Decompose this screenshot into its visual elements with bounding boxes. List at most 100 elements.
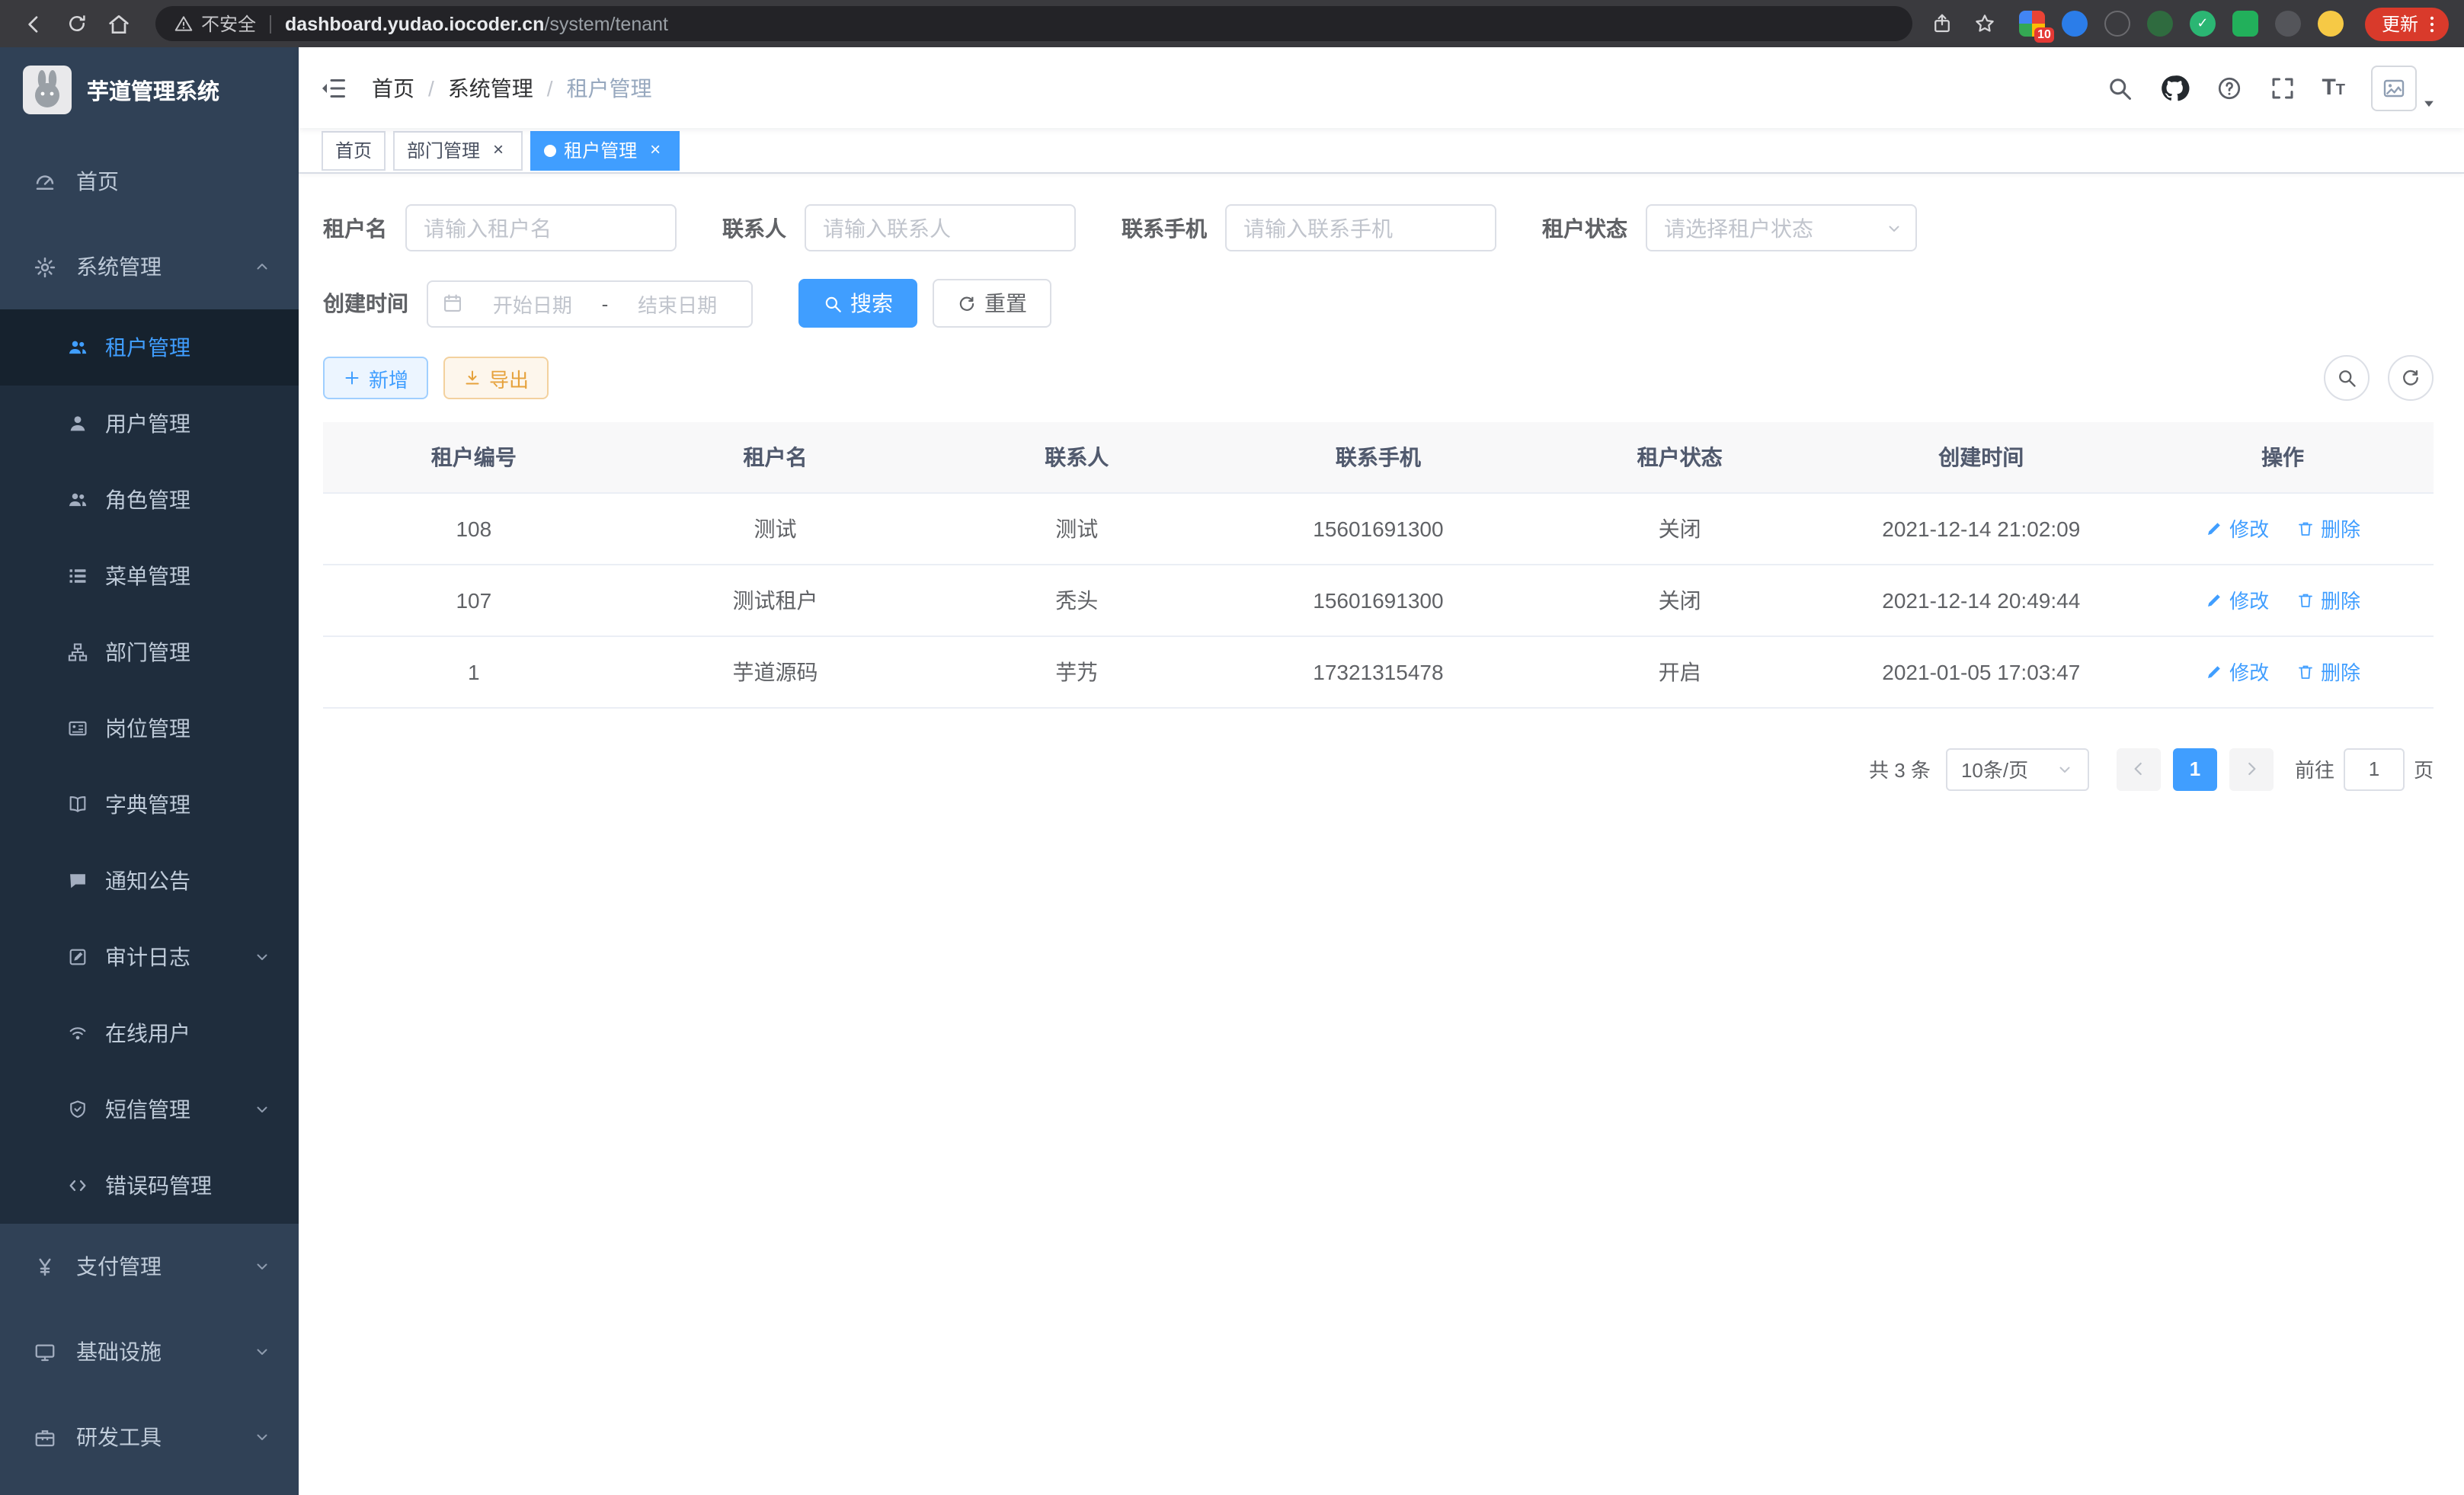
extension-icon-dark-circle[interactable] — [2104, 11, 2130, 37]
close-icon[interactable]: × — [488, 139, 509, 161]
date-separator: - — [602, 292, 609, 315]
sidebar-item-user[interactable]: 用户管理 — [0, 386, 299, 462]
fullscreen-icon[interactable] — [2268, 74, 2296, 101]
page-1-button[interactable]: 1 — [2173, 748, 2217, 790]
actions-cell: 修改 删除 — [2132, 635, 2434, 707]
tenant-name-input[interactable] — [405, 204, 677, 251]
prev-page-button[interactable] — [2117, 748, 2161, 790]
sidebar-item-online-user[interactable]: 在线用户 — [0, 995, 299, 1071]
top-navbar: 首页 / 系统管理 / 租户管理 TT — [299, 47, 2464, 128]
monitor-icon — [34, 1340, 56, 1363]
tenant-id-cell: 107 — [323, 564, 625, 635]
goto-page-input[interactable] — [2344, 748, 2405, 790]
breadcrumb-separator: / — [428, 75, 434, 100]
sidebar-fold-button[interactable] — [320, 74, 347, 101]
header-search-button[interactable] — [2105, 74, 2133, 101]
start-date-placeholder[interactable]: 开始日期 — [472, 289, 593, 318]
date-range-picker[interactable]: 开始日期 - 结束日期 — [427, 280, 753, 327]
contact-cell: 芋艿 — [926, 635, 1227, 707]
share-button[interactable] — [1925, 5, 1961, 42]
close-icon[interactable]: × — [645, 139, 666, 161]
sidebar-item-tenant[interactable]: 租户管理 — [0, 309, 299, 386]
edit-link[interactable]: 修改 — [2205, 514, 2269, 543]
help-icon[interactable] — [2215, 74, 2242, 101]
contact-field: 联系人 — [722, 204, 1076, 251]
sidebar-item-home[interactable]: 首页 — [0, 139, 299, 224]
status-label: 租户状态 — [1542, 213, 1627, 243]
browser-reload-button[interactable] — [58, 5, 94, 42]
sidebar-item-post[interactable]: 岗位管理 — [0, 690, 299, 767]
tag-home[interactable]: 首页 — [322, 130, 386, 170]
user-avatar-menu[interactable] — [2371, 65, 2437, 110]
pen-icon — [2205, 519, 2223, 537]
trash-icon — [2296, 519, 2315, 537]
chevron-down-icon — [253, 1257, 271, 1276]
extension-icon-colorful[interactable]: 10 — [2019, 11, 2045, 37]
contact-input[interactable] — [805, 204, 1076, 251]
logo-image — [23, 66, 72, 114]
github-icon[interactable] — [2158, 72, 2189, 103]
extension-icon-green-square[interactable] — [2232, 11, 2258, 37]
tag-dept[interactable]: 部门管理 × — [393, 130, 523, 170]
logo-row[interactable]: 芋道管理系统 — [0, 47, 299, 133]
breadcrumb-system[interactable]: 系统管理 — [448, 72, 533, 103]
sidebar-item-dept[interactable]: 部门管理 — [0, 614, 299, 690]
phone-input[interactable] — [1225, 204, 1496, 251]
sidebar-item-dict[interactable]: 字典管理 — [0, 767, 299, 843]
refresh-table-button[interactable] — [2388, 355, 2434, 401]
tag-label: 租户管理 — [564, 137, 637, 163]
sidebar-item-system[interactable]: 系统管理 — [0, 224, 299, 309]
pagination: 共 3 条 10条/页 1 前往 页 — [323, 748, 2434, 790]
extension-icon-green-check[interactable]: ✓ — [2190, 11, 2216, 37]
bookmark-star-button[interactable] — [1967, 5, 2004, 42]
next-page-button[interactable] — [2229, 748, 2274, 790]
browser-update-button[interactable]: 更新 — [2365, 7, 2449, 40]
site-security-indicator[interactable]: 不安全 — [174, 11, 256, 37]
sidebar-item-notice[interactable]: 通知公告 — [0, 843, 299, 919]
edit-link[interactable]: 修改 — [2205, 585, 2269, 614]
status-select[interactable] — [1646, 204, 1917, 251]
reset-button[interactable]: 重置 — [933, 279, 1051, 328]
breadcrumb-home[interactable]: 首页 — [372, 72, 414, 103]
delete-link[interactable]: 删除 — [2296, 514, 2360, 543]
sidebar-item-label: 审计日志 — [105, 942, 190, 972]
search-form-row-2: 创建时间 开始日期 - 结束日期 搜索 重置 — [323, 279, 2434, 328]
pen-icon — [2205, 591, 2223, 609]
extension-icon-smiley[interactable] — [2318, 11, 2344, 37]
end-date-placeholder[interactable]: 结束日期 — [617, 289, 738, 318]
sidebar-item-payment[interactable]: 支付管理 — [0, 1224, 299, 1309]
page-size-select[interactable]: 10条/页 — [1946, 748, 2089, 790]
delete-link[interactable]: 删除 — [2296, 657, 2360, 686]
sidebar-item-menu[interactable]: 菜单管理 — [0, 538, 299, 614]
toggle-search-button[interactable] — [2324, 355, 2370, 401]
status-cell: 开启 — [1529, 635, 1831, 707]
sidebar-item-audit-log[interactable]: 审计日志 — [0, 919, 299, 995]
browser-home-button[interactable] — [101, 5, 137, 42]
font-size-icon[interactable]: TT — [2322, 76, 2345, 99]
add-button[interactable]: 新增 — [323, 357, 428, 399]
online-icon — [67, 1023, 88, 1044]
sidebar-item-error-code[interactable]: 错误码管理 — [0, 1148, 299, 1224]
export-button[interactable]: 导出 — [443, 357, 549, 399]
col-actions: 操作 — [2132, 422, 2434, 492]
address-bar[interactable]: 不安全 dashboard.yudao.iocoder.cn/system/te… — [155, 6, 1912, 41]
extension-icon-puzzle[interactable] — [2275, 11, 2301, 37]
org-tree-icon — [67, 642, 88, 663]
tag-tenant[interactable]: 租户管理 × — [530, 130, 680, 170]
edit-link[interactable]: 修改 — [2205, 657, 2269, 686]
extension-icon-dark-green[interactable] — [2147, 11, 2173, 37]
phone-field: 联系手机 — [1122, 204, 1496, 251]
extension-icon-blue[interactable] — [2062, 11, 2088, 37]
sidebar-item-devtools[interactable]: 研发工具 — [0, 1394, 299, 1480]
sidebar-item-infra[interactable]: 基础设施 — [0, 1309, 299, 1394]
sidebar-item-label: 部门管理 — [105, 637, 190, 667]
sidebar-item-role[interactable]: 角色管理 — [0, 462, 299, 538]
trash-icon — [2296, 591, 2315, 609]
delete-link[interactable]: 删除 — [2296, 585, 2360, 614]
created-cell: 2021-01-05 17:03:47 — [1830, 635, 2132, 707]
browser-back-button[interactable] — [15, 5, 52, 42]
search-button[interactable]: 搜索 — [798, 279, 917, 328]
chevron-down-icon — [253, 1343, 271, 1361]
sidebar-item-sms[interactable]: 短信管理 — [0, 1071, 299, 1148]
browser-toolbar: 不安全 dashboard.yudao.iocoder.cn/system/te… — [0, 0, 2464, 47]
